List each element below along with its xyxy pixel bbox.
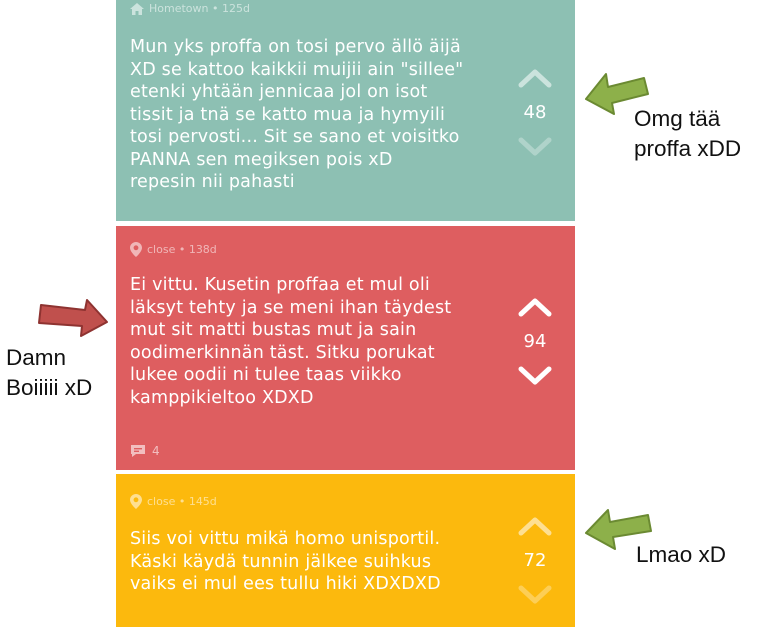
- downvote-button[interactable]: [518, 137, 552, 157]
- post-card-3[interactable]: close • 145d Siis voi vittu mikä homo un…: [116, 474, 575, 627]
- post-meta-text: Hometown • 125d: [149, 2, 250, 15]
- post-meta: Hometown • 125d: [130, 2, 250, 15]
- post-text: Ei vittu. Kusetin proffaa et mul oli läk…: [130, 275, 452, 408]
- annotation-text-1: Omg tää proffa xDD: [634, 106, 742, 161]
- vote-count: 72: [523, 550, 547, 571]
- comment-count[interactable]: 4: [130, 444, 160, 458]
- downvote-button[interactable]: [518, 366, 552, 386]
- post-text: Siis voi vittu mikä homo unisportil. Käs…: [130, 529, 441, 594]
- post-card-1[interactable]: Hometown • 125d Mun yks proffa on tosi p…: [116, 0, 575, 221]
- post-card-2[interactable]: close • 138d Ei vittu. Kusetin proffaa e…: [116, 226, 575, 470]
- annotation-text-2: Damn Boiiiii xD: [6, 345, 93, 400]
- post-meta-text: close • 138d: [147, 243, 217, 256]
- annotation-arrow-red: [38, 299, 108, 337]
- vote-control: 48: [515, 68, 555, 157]
- downvote-button[interactable]: [518, 585, 552, 605]
- post-meta-text: close • 145d: [147, 495, 217, 508]
- annotation-text-3: Lmao xD: [636, 542, 727, 567]
- comment-count-text: 4: [152, 444, 160, 458]
- comment-icon: [131, 445, 145, 457]
- vote-control: 72: [515, 516, 555, 605]
- location-pin-icon: [130, 494, 142, 509]
- upvote-button[interactable]: [518, 516, 552, 536]
- vote-control: 94: [515, 297, 555, 386]
- post-meta: close • 138d: [130, 242, 217, 257]
- vote-count: 94: [523, 331, 547, 352]
- home-icon: [130, 2, 144, 15]
- location-pin-icon: [130, 242, 142, 257]
- vote-count: 48: [523, 102, 547, 123]
- post-text: Mun yks proffa on tosi pervo ällö äijä X…: [130, 37, 464, 192]
- upvote-button[interactable]: [518, 68, 552, 88]
- upvote-button[interactable]: [518, 297, 552, 317]
- post-meta: close • 145d: [130, 494, 217, 509]
